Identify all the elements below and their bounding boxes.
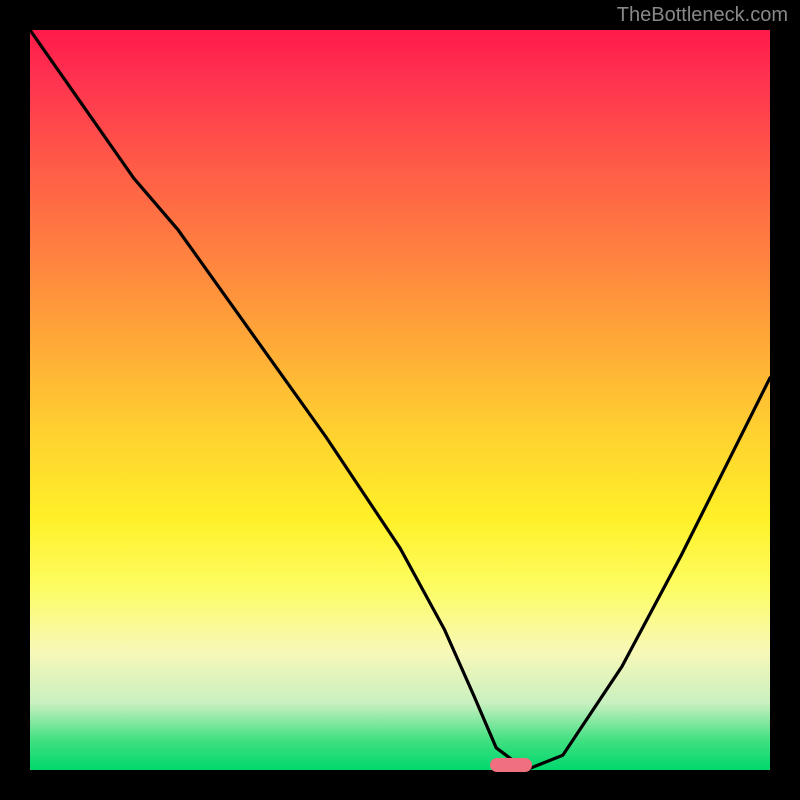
plot-area xyxy=(30,30,770,770)
minimum-marker xyxy=(490,758,532,772)
bottleneck-curve xyxy=(30,30,770,770)
curve-svg xyxy=(30,30,770,770)
watermark-text: TheBottleneck.com xyxy=(617,4,788,27)
chart-container: TheBottleneck.com xyxy=(0,0,800,800)
